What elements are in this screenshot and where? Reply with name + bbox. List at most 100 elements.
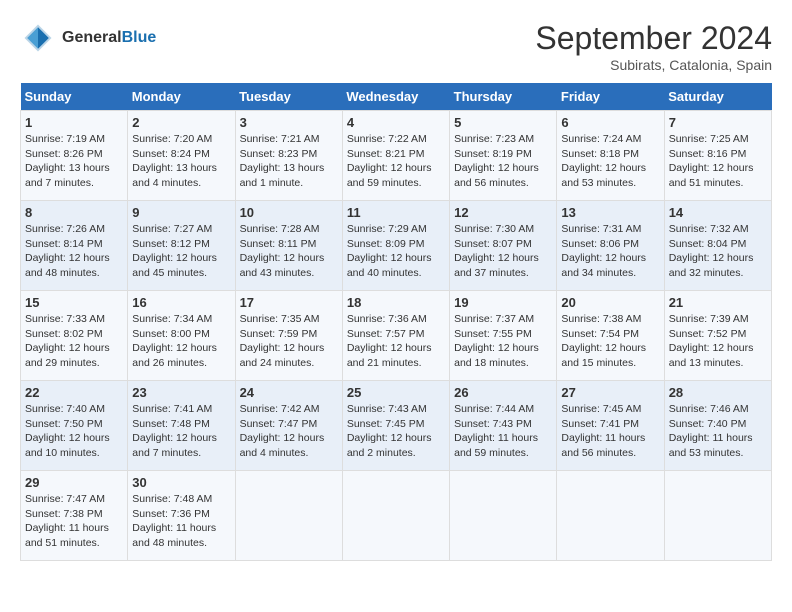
day-info: Sunrise: 7:32 AM Sunset: 8:04 PM Dayligh… xyxy=(669,222,767,281)
calendar-cell: 16 Sunrise: 7:34 AM Sunset: 8:00 PM Dayl… xyxy=(128,291,235,381)
calendar-cell xyxy=(557,471,664,561)
header-saturday: Saturday xyxy=(664,83,771,111)
day-info: Sunrise: 7:29 AM Sunset: 8:09 PM Dayligh… xyxy=(347,222,445,281)
day-number: 4 xyxy=(347,115,445,130)
day-info: Sunrise: 7:27 AM Sunset: 8:12 PM Dayligh… xyxy=(132,222,230,281)
day-info: Sunrise: 7:23 AM Sunset: 8:19 PM Dayligh… xyxy=(454,132,552,191)
day-number: 25 xyxy=(347,385,445,400)
calendar-cell: 4 Sunrise: 7:22 AM Sunset: 8:21 PM Dayli… xyxy=(342,111,449,201)
day-number: 12 xyxy=(454,205,552,220)
day-number: 9 xyxy=(132,205,230,220)
calendar-week-row: 22 Sunrise: 7:40 AM Sunset: 7:50 PM Dayl… xyxy=(21,381,772,471)
month-title: September 2024 xyxy=(535,20,772,57)
day-info: Sunrise: 7:38 AM Sunset: 7:54 PM Dayligh… xyxy=(561,312,659,371)
calendar-week-row: 8 Sunrise: 7:26 AM Sunset: 8:14 PM Dayli… xyxy=(21,201,772,291)
calendar-cell: 2 Sunrise: 7:20 AM Sunset: 8:24 PM Dayli… xyxy=(128,111,235,201)
day-info: Sunrise: 7:20 AM Sunset: 8:24 PM Dayligh… xyxy=(132,132,230,191)
day-number: 30 xyxy=(132,475,230,490)
day-number: 20 xyxy=(561,295,659,310)
calendar-cell: 7 Sunrise: 7:25 AM Sunset: 8:16 PM Dayli… xyxy=(664,111,771,201)
calendar-cell: 14 Sunrise: 7:32 AM Sunset: 8:04 PM Dayl… xyxy=(664,201,771,291)
logo: GeneralBlue xyxy=(20,20,156,56)
calendar-cell xyxy=(664,471,771,561)
calendar-cell: 22 Sunrise: 7:40 AM Sunset: 7:50 PM Dayl… xyxy=(21,381,128,471)
calendar-week-row: 1 Sunrise: 7:19 AM Sunset: 8:26 PM Dayli… xyxy=(21,111,772,201)
day-info: Sunrise: 7:47 AM Sunset: 7:38 PM Dayligh… xyxy=(25,492,123,551)
day-number: 24 xyxy=(240,385,338,400)
calendar-week-row: 29 Sunrise: 7:47 AM Sunset: 7:38 PM Dayl… xyxy=(21,471,772,561)
calendar-cell: 23 Sunrise: 7:41 AM Sunset: 7:48 PM Dayl… xyxy=(128,381,235,471)
day-info: Sunrise: 7:33 AM Sunset: 8:02 PM Dayligh… xyxy=(25,312,123,371)
calendar-table: Sunday Monday Tuesday Wednesday Thursday… xyxy=(20,83,772,561)
calendar-cell: 17 Sunrise: 7:35 AM Sunset: 7:59 PM Dayl… xyxy=(235,291,342,381)
day-info: Sunrise: 7:48 AM Sunset: 7:36 PM Dayligh… xyxy=(132,492,230,551)
header-monday: Monday xyxy=(128,83,235,111)
day-number: 26 xyxy=(454,385,552,400)
calendar-cell: 15 Sunrise: 7:33 AM Sunset: 8:02 PM Dayl… xyxy=(21,291,128,381)
day-number: 7 xyxy=(669,115,767,130)
day-number: 18 xyxy=(347,295,445,310)
day-number: 8 xyxy=(25,205,123,220)
logo-icon xyxy=(20,20,56,56)
day-info: Sunrise: 7:40 AM Sunset: 7:50 PM Dayligh… xyxy=(25,402,123,461)
day-number: 10 xyxy=(240,205,338,220)
day-info: Sunrise: 7:28 AM Sunset: 8:11 PM Dayligh… xyxy=(240,222,338,281)
day-info: Sunrise: 7:37 AM Sunset: 7:55 PM Dayligh… xyxy=(454,312,552,371)
day-info: Sunrise: 7:19 AM Sunset: 8:26 PM Dayligh… xyxy=(25,132,123,191)
calendar-cell: 27 Sunrise: 7:45 AM Sunset: 7:41 PM Dayl… xyxy=(557,381,664,471)
day-number: 1 xyxy=(25,115,123,130)
calendar-cell: 13 Sunrise: 7:31 AM Sunset: 8:06 PM Dayl… xyxy=(557,201,664,291)
day-info: Sunrise: 7:41 AM Sunset: 7:48 PM Dayligh… xyxy=(132,402,230,461)
calendar-cell: 9 Sunrise: 7:27 AM Sunset: 8:12 PM Dayli… xyxy=(128,201,235,291)
day-info: Sunrise: 7:42 AM Sunset: 7:47 PM Dayligh… xyxy=(240,402,338,461)
day-info: Sunrise: 7:22 AM Sunset: 8:21 PM Dayligh… xyxy=(347,132,445,191)
header-wednesday: Wednesday xyxy=(342,83,449,111)
day-info: Sunrise: 7:31 AM Sunset: 8:06 PM Dayligh… xyxy=(561,222,659,281)
day-number: 2 xyxy=(132,115,230,130)
day-number: 19 xyxy=(454,295,552,310)
calendar-cell: 20 Sunrise: 7:38 AM Sunset: 7:54 PM Dayl… xyxy=(557,291,664,381)
weekday-header-row: Sunday Monday Tuesday Wednesday Thursday… xyxy=(21,83,772,111)
day-info: Sunrise: 7:39 AM Sunset: 7:52 PM Dayligh… xyxy=(669,312,767,371)
header-thursday: Thursday xyxy=(450,83,557,111)
calendar-cell: 28 Sunrise: 7:46 AM Sunset: 7:40 PM Dayl… xyxy=(664,381,771,471)
day-number: 13 xyxy=(561,205,659,220)
day-info: Sunrise: 7:34 AM Sunset: 8:00 PM Dayligh… xyxy=(132,312,230,371)
day-number: 16 xyxy=(132,295,230,310)
calendar-cell: 19 Sunrise: 7:37 AM Sunset: 7:55 PM Dayl… xyxy=(450,291,557,381)
day-info: Sunrise: 7:46 AM Sunset: 7:40 PM Dayligh… xyxy=(669,402,767,461)
calendar-cell: 26 Sunrise: 7:44 AM Sunset: 7:43 PM Dayl… xyxy=(450,381,557,471)
calendar-cell: 12 Sunrise: 7:30 AM Sunset: 8:07 PM Dayl… xyxy=(450,201,557,291)
day-info: Sunrise: 7:45 AM Sunset: 7:41 PM Dayligh… xyxy=(561,402,659,461)
calendar-cell: 21 Sunrise: 7:39 AM Sunset: 7:52 PM Dayl… xyxy=(664,291,771,381)
day-number: 21 xyxy=(669,295,767,310)
calendar-week-row: 15 Sunrise: 7:33 AM Sunset: 8:02 PM Dayl… xyxy=(21,291,772,381)
calendar-cell: 25 Sunrise: 7:43 AM Sunset: 7:45 PM Dayl… xyxy=(342,381,449,471)
day-number: 6 xyxy=(561,115,659,130)
day-info: Sunrise: 7:30 AM Sunset: 8:07 PM Dayligh… xyxy=(454,222,552,281)
day-info: Sunrise: 7:21 AM Sunset: 8:23 PM Dayligh… xyxy=(240,132,338,191)
header-friday: Friday xyxy=(557,83,664,111)
calendar-cell: 1 Sunrise: 7:19 AM Sunset: 8:26 PM Dayli… xyxy=(21,111,128,201)
calendar-cell: 11 Sunrise: 7:29 AM Sunset: 8:09 PM Dayl… xyxy=(342,201,449,291)
logo-text: GeneralBlue xyxy=(62,29,156,47)
day-number: 28 xyxy=(669,385,767,400)
header-sunday: Sunday xyxy=(21,83,128,111)
title-area: September 2024 Subirats, Catalonia, Spai… xyxy=(535,20,772,73)
day-info: Sunrise: 7:24 AM Sunset: 8:18 PM Dayligh… xyxy=(561,132,659,191)
day-info: Sunrise: 7:35 AM Sunset: 7:59 PM Dayligh… xyxy=(240,312,338,371)
day-info: Sunrise: 7:25 AM Sunset: 8:16 PM Dayligh… xyxy=(669,132,767,191)
day-number: 27 xyxy=(561,385,659,400)
calendar-cell: 6 Sunrise: 7:24 AM Sunset: 8:18 PM Dayli… xyxy=(557,111,664,201)
calendar-cell: 5 Sunrise: 7:23 AM Sunset: 8:19 PM Dayli… xyxy=(450,111,557,201)
day-number: 14 xyxy=(669,205,767,220)
page-header: GeneralBlue September 2024 Subirats, Cat… xyxy=(20,20,772,73)
day-number: 5 xyxy=(454,115,552,130)
location-subtitle: Subirats, Catalonia, Spain xyxy=(535,57,772,73)
calendar-cell: 3 Sunrise: 7:21 AM Sunset: 8:23 PM Dayli… xyxy=(235,111,342,201)
logo-general: General xyxy=(62,29,122,46)
day-number: 11 xyxy=(347,205,445,220)
day-info: Sunrise: 7:44 AM Sunset: 7:43 PM Dayligh… xyxy=(454,402,552,461)
day-number: 23 xyxy=(132,385,230,400)
calendar-cell: 8 Sunrise: 7:26 AM Sunset: 8:14 PM Dayli… xyxy=(21,201,128,291)
